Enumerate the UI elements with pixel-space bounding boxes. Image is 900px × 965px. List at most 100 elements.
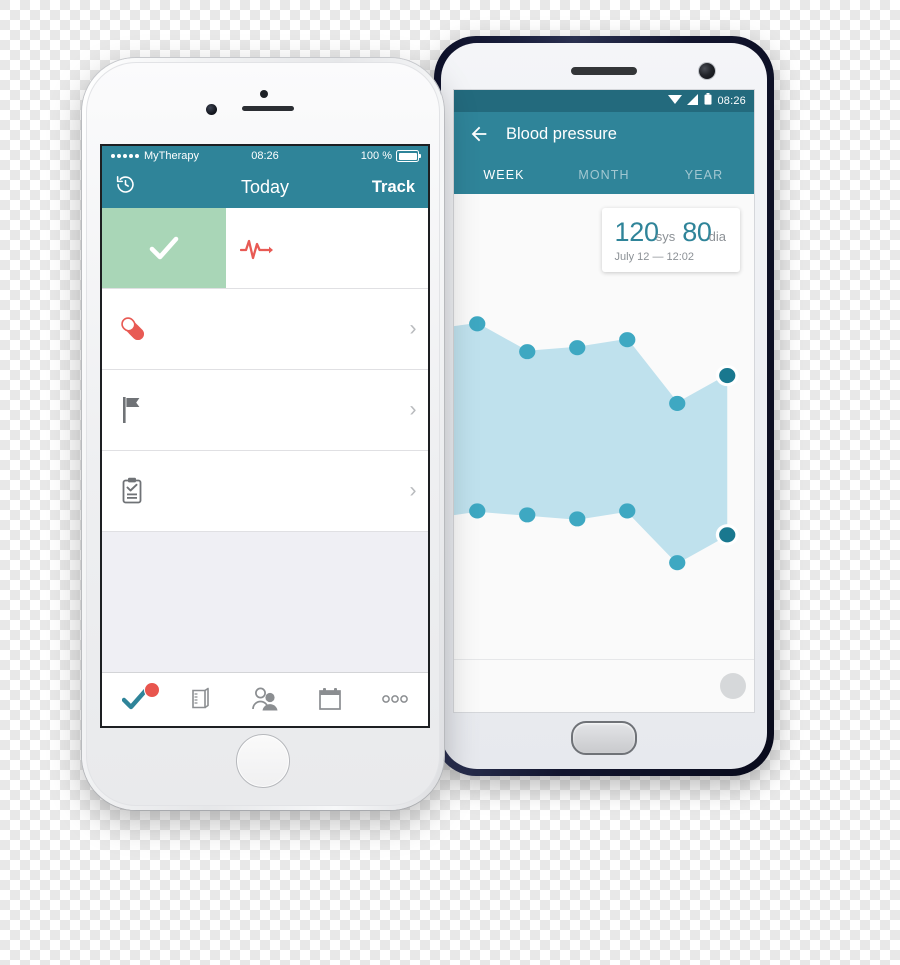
day-label	[462, 673, 488, 699]
iphone-home-button[interactable]	[236, 734, 290, 788]
ios-page-title: Today	[240, 176, 290, 197]
task-row[interactable]: ›	[102, 451, 428, 532]
day-selector	[454, 659, 754, 712]
back-arrow-icon[interactable]	[468, 123, 490, 145]
task-list: › › ›	[102, 208, 428, 672]
diastolic-value: 80	[682, 217, 712, 247]
day-label	[591, 673, 617, 699]
day-0[interactable]	[454, 673, 497, 699]
row-text	[288, 208, 428, 288]
android-phone-frame: 08:26 Blood pressure WEEK MONTH YEAR 120…	[434, 36, 774, 776]
tab-week[interactable]: WEEK	[454, 156, 554, 194]
pill-icon	[102, 289, 164, 369]
android-speaker-grille	[571, 67, 637, 75]
ios-status-bar: MyTherapy 08:26 100 %	[102, 146, 428, 166]
systolic-value: 120	[614, 217, 659, 247]
day-label	[505, 673, 531, 699]
book-icon	[185, 687, 215, 711]
checkmark-icon	[120, 681, 160, 711]
tab-team[interactable]	[232, 673, 297, 726]
people-icon	[250, 687, 280, 711]
systolic-unit: sys	[655, 229, 676, 244]
android-tabs: WEEK MONTH YEAR	[454, 156, 754, 194]
day-5[interactable]	[668, 673, 711, 699]
day-label	[634, 673, 660, 699]
reading-date: July 12 — 12:02	[614, 251, 695, 263]
systolic-point	[569, 340, 586, 356]
battery-icon	[396, 150, 421, 162]
diastolic-unit: dia	[708, 229, 726, 244]
tab-today[interactable]	[102, 673, 167, 726]
iphone-front-camera	[206, 104, 217, 115]
systolic-point	[619, 332, 636, 348]
row-check-cell[interactable]	[102, 208, 226, 288]
diastolic-point	[569, 511, 586, 527]
chart-band	[454, 323, 728, 563]
android-front-camera	[699, 63, 715, 79]
diastolic-point	[619, 503, 636, 519]
day-6[interactable]	[711, 673, 754, 699]
day-2[interactable]	[540, 673, 583, 699]
android-status-bar: 08:26	[454, 90, 754, 112]
task-row[interactable]	[102, 208, 428, 289]
day-1[interactable]	[497, 673, 540, 699]
ellipsis-icon	[380, 687, 410, 711]
systolic-point	[469, 316, 486, 332]
carrier-name: MyTherapy	[144, 150, 200, 162]
reading-card: 120sys 80dia July 12 — 12:02	[601, 208, 740, 272]
battery-icon	[704, 92, 712, 110]
android-status-time: 08:26	[717, 95, 746, 107]
day-label	[677, 673, 703, 699]
tab-therapy[interactable]	[298, 673, 363, 726]
systolic-point	[519, 344, 536, 360]
ios-status-time: 08:26	[251, 150, 279, 162]
row-text	[164, 289, 398, 369]
wifi-icon	[668, 92, 683, 110]
tab-more[interactable]	[363, 673, 428, 726]
ios-tab-bar	[102, 672, 428, 726]
diastolic-point	[519, 507, 536, 523]
day-label	[719, 673, 746, 699]
systolic-point	[669, 395, 686, 411]
blood-pressure-chart: 120sys 80dia July 12 — 12:02	[454, 194, 754, 712]
iphone-speaker-grille	[242, 106, 294, 111]
iphone-proximity-sensor	[260, 90, 268, 98]
calendar-icon	[315, 687, 345, 711]
row-text	[164, 370, 398, 450]
row-text	[164, 451, 398, 531]
clipboard-check-icon	[102, 451, 164, 531]
android-app-bar: Blood pressure WEEK MONTH YEAR	[454, 112, 754, 194]
android-screen: 08:26 Blood pressure WEEK MONTH YEAR 120…	[453, 89, 755, 713]
iphone-frame: MyTherapy 08:26 100 % Today Track › › ›	[82, 58, 444, 810]
task-row[interactable]: ›	[102, 289, 428, 370]
checkmark-icon	[149, 236, 179, 260]
chevron-right-icon: ›	[409, 398, 417, 421]
heartbeat-icon	[226, 208, 288, 288]
android-page-title: Blood pressure	[506, 124, 617, 143]
day-3[interactable]	[583, 673, 626, 699]
day-label	[548, 673, 574, 699]
battery-percent: 100 %	[360, 150, 392, 162]
day-4[interactable]	[625, 673, 668, 699]
android-bezel: 08:26 Blood pressure WEEK MONTH YEAR 120…	[441, 43, 767, 769]
carrier-label: MyTherapy	[111, 150, 199, 162]
tab-month[interactable]: MONTH	[554, 156, 654, 194]
diastolic-point	[719, 527, 736, 543]
history-icon[interactable]	[115, 174, 136, 200]
iphone-screen: MyTherapy 08:26 100 % Today Track › › ›	[100, 144, 430, 728]
ios-nav-bar: Today Track	[102, 166, 428, 208]
chevron-right-icon: ›	[409, 317, 417, 340]
task-row[interactable]: ›	[102, 370, 428, 451]
track-button[interactable]: Track	[372, 178, 415, 197]
list-empty-area	[102, 532, 428, 672]
tab-year[interactable]: YEAR	[654, 156, 754, 194]
chevron-right-icon: ›	[409, 479, 417, 502]
tab-journal[interactable]	[167, 673, 232, 726]
signal-dots-icon	[111, 154, 139, 158]
flag-icon	[102, 370, 164, 450]
signal-icon	[687, 92, 699, 110]
android-home-button[interactable]	[571, 721, 637, 755]
diastolic-point	[669, 555, 686, 571]
systolic-point	[719, 367, 736, 384]
badge-count	[143, 681, 160, 698]
